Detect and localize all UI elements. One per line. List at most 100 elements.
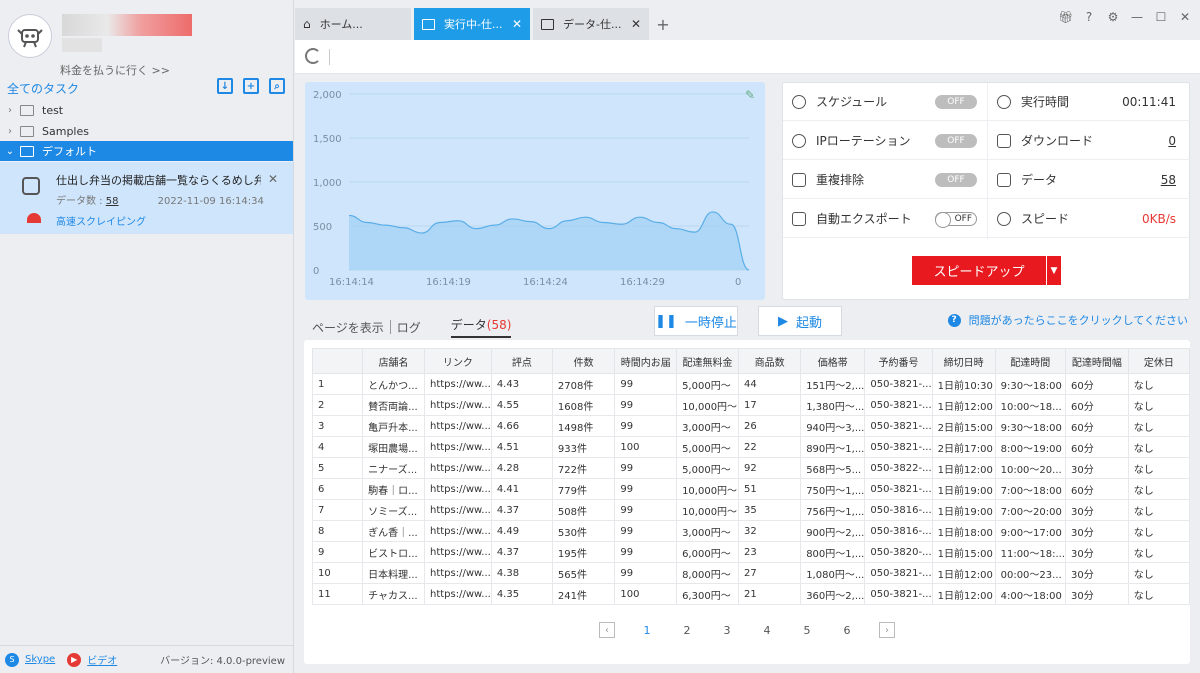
table-row[interactable]: 7 ソミーズ... https://ww... 4.37 508件 99 10,000円〜 3… (311, 499, 1191, 521)
tree-item-default[interactable]: ⌄ デフォルト (0, 141, 293, 161)
page-numbers: 123456 (627, 624, 867, 637)
page-number[interactable]: 1 (627, 624, 667, 637)
table-cell: なし (1127, 373, 1191, 395)
data-count-link[interactable]: 58 (106, 196, 119, 207)
tab-view-page[interactable]: ページを表示 (312, 319, 384, 336)
table-cell: 8,000円〜 (676, 562, 740, 584)
task-meta: データ数 : 58 2022-11-09 16:14:34 (56, 192, 264, 207)
column-header[interactable]: 配達無料金 (676, 348, 740, 374)
schedule-toggle[interactable]: OFF (935, 94, 977, 109)
close-tab-icon[interactable]: ✕ (512, 17, 522, 31)
gear-icon[interactable]: ⚙ (1106, 10, 1120, 24)
next-page-icon[interactable]: › (879, 622, 895, 638)
skype-icon[interactable]: S (5, 652, 19, 667)
stat-label: 重複排除 (816, 173, 865, 187)
table-row[interactable]: 3 亀戸升本... https://ww... 4.66 1498件 99 3,000円〜 2… (311, 415, 1191, 437)
table-cell: 8 (311, 520, 364, 542)
tree-item-test[interactable]: › test (0, 100, 293, 120)
gift-icon[interactable]: 🎁︎ (1058, 10, 1073, 24)
tab-data[interactable]: データ-仕... ✕ (533, 8, 649, 40)
table-cell: https://ww... (423, 478, 492, 500)
column-header[interactable]: 価格帯 (800, 348, 866, 374)
table-cell: 日本料理... (362, 562, 425, 584)
new-task-icon[interactable]: + (243, 78, 259, 94)
table-row[interactable]: 5 ニナーズ... https://ww... 4.28 722件 99 5,000円〜 92… (311, 457, 1191, 479)
data-value[interactable]: 58 (1161, 173, 1176, 187)
stat-speed: スピード 0KB/s (988, 200, 1190, 238)
column-header[interactable]: 締切日時 (931, 348, 996, 374)
page-number[interactable]: 5 (787, 624, 827, 637)
tab-running[interactable]: 実行中-仕... ✕ (414, 8, 530, 40)
stat-dedupe: 重複排除 OFF (783, 161, 987, 199)
youtube-icon[interactable]: ▶ (67, 652, 82, 667)
tab-home[interactable]: ⌂ ホーム... (295, 8, 411, 40)
home-icon: ⌂ (303, 17, 311, 31)
ip-rotation-toggle[interactable]: OFF (935, 133, 977, 148)
maximize-icon[interactable]: ☐ (1154, 10, 1168, 24)
column-header[interactable]: 評点 (490, 348, 553, 374)
export-icon (792, 211, 806, 226)
table-row[interactable]: 6 駒春｜ロ... https://ww... 4.41 779件 99 10,000円〜 5… (311, 478, 1191, 500)
help-link[interactable]: ? 問題があったらここをクリックしてください (947, 312, 1188, 328)
table-cell: 99 (614, 394, 678, 416)
table-row[interactable]: 8 ぎん香｜... https://ww... 4.49 530件 99 3,000円〜 32… (311, 520, 1191, 542)
chevron-right-icon[interactable]: › (2, 105, 18, 116)
pause-button[interactable]: ❚❚ 一時停止 (654, 306, 738, 336)
dedupe-toggle[interactable]: OFF (935, 172, 977, 187)
skype-link[interactable]: Skype (25, 654, 55, 665)
column-header[interactable]: 配達時間 (994, 348, 1067, 374)
tree-item-samples[interactable]: › Samples (0, 121, 293, 141)
refresh-icon[interactable] (305, 48, 321, 64)
document-icon (997, 133, 1011, 148)
download-value[interactable]: 0 (1168, 134, 1176, 148)
help-icon[interactable]: ? (1082, 10, 1096, 24)
add-tab-icon[interactable]: + (652, 8, 674, 40)
avatar[interactable] (8, 14, 52, 58)
tab-log[interactable]: ログ (397, 319, 421, 336)
table-row[interactable]: 10 日本料理... https://ww... 4.38 565件 99 8,000円〜 2… (311, 562, 1191, 584)
column-header[interactable]: 件数 (551, 348, 616, 374)
table-cell: 21 (738, 583, 802, 605)
tab-data-list[interactable]: データ(58) (450, 316, 512, 338)
search-task-icon[interactable]: ⌕ (269, 78, 285, 94)
table-cell: 60分 (1065, 373, 1129, 395)
minimize-icon[interactable]: — (1130, 10, 1144, 24)
chevron-down-icon[interactable]: ⌄ (2, 146, 18, 157)
pay-link[interactable]: 料金を払うに行く >> (0, 62, 230, 78)
page-number[interactable]: 2 (667, 624, 707, 637)
table-cell: 9:30～18:00 (994, 373, 1067, 395)
column-header[interactable]: 店舗名 (362, 348, 425, 374)
column-header[interactable]: 時間内お届 (614, 348, 678, 374)
import-icon[interactable]: ↓ (217, 78, 233, 94)
close-window-icon[interactable]: ✕ (1178, 10, 1192, 24)
chevron-down-icon[interactable]: ▼ (1047, 256, 1061, 285)
video-link[interactable]: ビデオ (87, 652, 117, 667)
close-tab-icon[interactable]: ✕ (631, 17, 641, 31)
table-cell: 360円～2,... (800, 583, 866, 605)
auto-export-toggle[interactable]: OFF (935, 211, 977, 228)
page-number[interactable]: 6 (827, 624, 867, 637)
page-number[interactable]: 3 (707, 624, 747, 637)
page-number[interactable]: 4 (747, 624, 787, 637)
task-card[interactable]: 仕出し弁当の掲載店舗一覧ならくるめし弁... ✕ データ数 : 58 2022-… (0, 162, 293, 234)
all-tasks-label[interactable]: 全てのタスク (7, 80, 79, 97)
chevron-right-icon[interactable]: › (2, 126, 18, 137)
table-row[interactable]: 2 賛否両論... https://ww... 4.55 1608件 99 10,000円〜… (311, 394, 1191, 416)
table-row[interactable]: 4 塚田農場... https://ww... 4.51 933件 100 5,000円〜 2… (311, 436, 1191, 458)
column-header[interactable]: 配達時間幅 (1065, 348, 1129, 374)
robot-icon (22, 177, 40, 195)
prev-page-icon[interactable]: ‹ (599, 622, 615, 638)
column-header[interactable]: 定休日 (1127, 348, 1191, 374)
column-header[interactable] (311, 348, 364, 374)
table-row[interactable]: 9 ビストロ... https://ww... 4.37 195件 99 6,000円〜 23… (311, 541, 1191, 563)
speed-up-button[interactable]: スピードアップ (912, 256, 1046, 285)
table-cell: 050-3816-... (864, 520, 933, 542)
column-header[interactable]: 商品数 (738, 348, 802, 374)
column-header[interactable]: 予約番号 (864, 348, 933, 374)
table-row[interactable]: 11 チャカス... https://ww... 4.35 241件 100 6,300円〜… (311, 583, 1191, 605)
edit-icon[interactable]: ✎ (745, 88, 755, 102)
column-header[interactable]: リンク (423, 348, 492, 374)
close-icon[interactable]: ✕ (268, 172, 278, 186)
start-button[interactable]: ▶ 起動 (758, 306, 842, 336)
table-row[interactable]: 1 とんかつ... https://ww... 4.43 2708件 99 5,000円〜 4… (311, 373, 1191, 395)
